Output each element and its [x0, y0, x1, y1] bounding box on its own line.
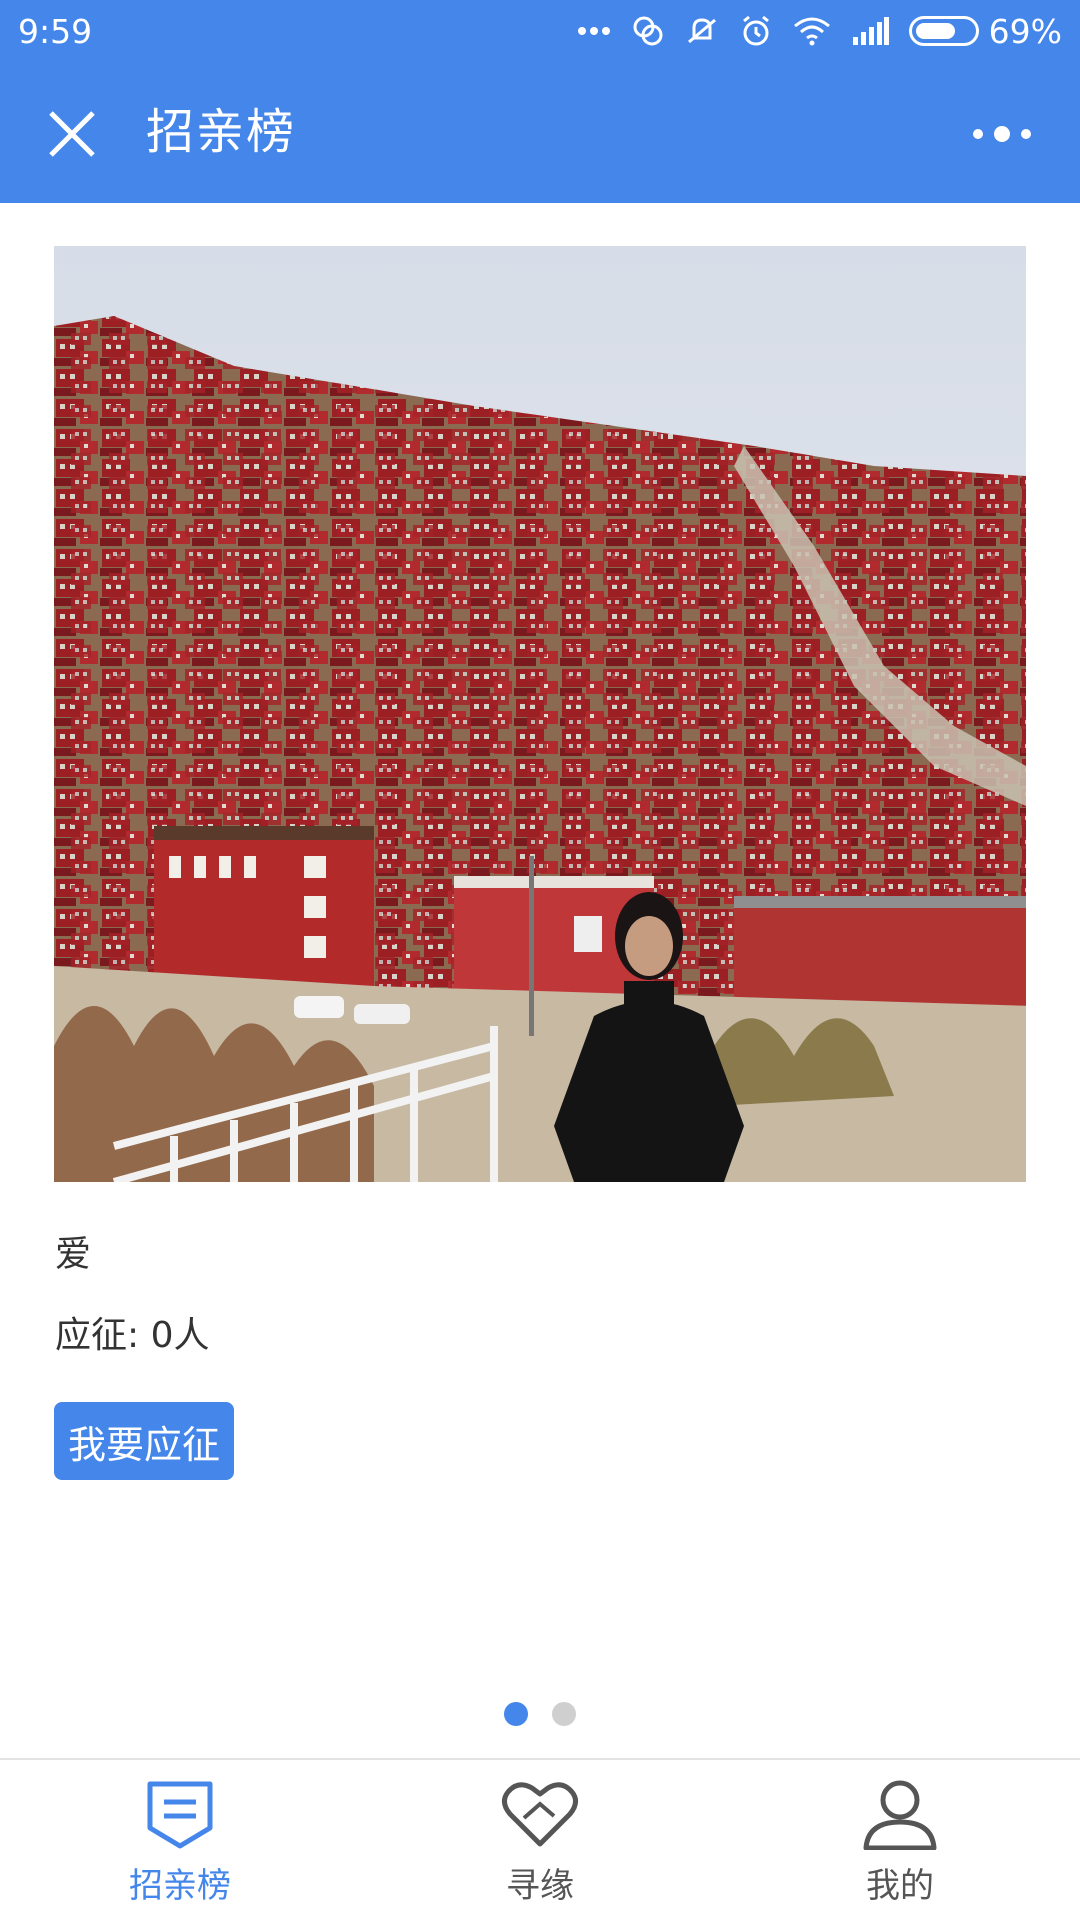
battery-icon	[908, 16, 979, 46]
list-shield-icon	[147, 1781, 213, 1849]
battery-indicator: 69%	[908, 11, 1062, 51]
tab-xunyuan[interactable]: 寻缘	[360, 1760, 720, 1920]
page-dot-1[interactable]	[504, 1702, 528, 1726]
profile-photo[interactable]	[54, 246, 1026, 1182]
mute-icon	[685, 11, 719, 51]
alarm-icon	[739, 11, 773, 51]
more-icon	[973, 126, 1031, 142]
link-icon	[631, 11, 665, 51]
tab-zhaoqinbang[interactable]: 招亲榜	[0, 1760, 360, 1920]
tab-label: 寻缘	[506, 1866, 574, 1906]
page-dot-2[interactable]	[552, 1702, 576, 1726]
battery-percent: 69%	[988, 11, 1062, 51]
applicant-count: 应征: 0人	[55, 1315, 210, 1356]
tab-label: 我的	[866, 1866, 934, 1906]
status-time: 9:59	[18, 11, 93, 51]
page-indicator	[0, 1702, 1080, 1728]
signal-icon	[851, 11, 889, 51]
app-header: 招亲榜	[0, 62, 1080, 203]
heart-icon	[502, 1782, 578, 1847]
user-icon	[863, 1780, 937, 1850]
more-notifications-icon	[577, 11, 611, 51]
apply-button[interactable]: 我要应征	[54, 1402, 234, 1480]
close-icon	[49, 111, 95, 157]
photo-image	[54, 246, 1026, 1182]
status-bar: 9:59 69%	[0, 0, 1080, 62]
wifi-icon	[793, 11, 831, 51]
tab-label: 招亲榜	[129, 1866, 231, 1906]
status-icons: 69%	[577, 11, 1062, 51]
battery-fill	[915, 23, 955, 39]
more-button[interactable]	[962, 106, 1042, 162]
tab-mine[interactable]: 我的	[720, 1760, 1080, 1920]
close-button[interactable]	[42, 104, 102, 164]
bottom-nav: 招亲榜 寻缘 我的	[0, 1758, 1080, 1920]
page-title: 招亲榜	[146, 104, 297, 160]
profile-name: 爱	[55, 1234, 92, 1275]
